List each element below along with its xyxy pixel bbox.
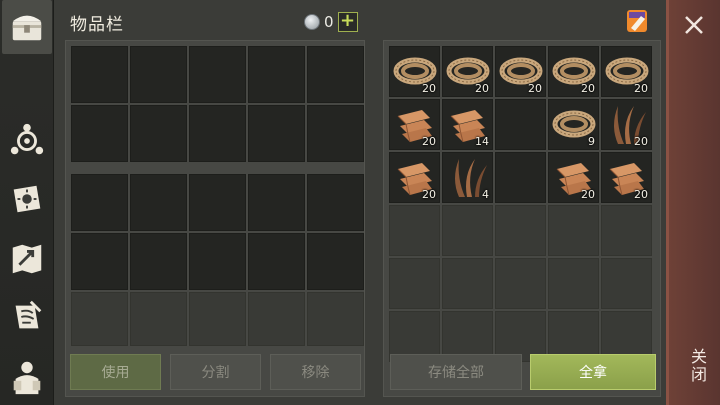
inventory-slot[interactable] <box>248 174 305 231</box>
sidebar <box>0 0 54 405</box>
scroll-icon <box>15 300 42 329</box>
inventory-slot[interactable] <box>71 46 128 103</box>
inventory-slot[interactable] <box>71 292 128 346</box>
sun-book-icon <box>13 185 41 213</box>
storage-panel: 20 20 20 20 20 20 14 9 20 20 4 20 20 存储全部 全拿 <box>383 40 661 397</box>
storage-slot-empty[interactable] <box>495 205 546 256</box>
storage-slot-rope[interactable]: 20 <box>548 46 599 97</box>
inventory-slot[interactable] <box>189 105 246 162</box>
close-button-label: 关闭 <box>688 348 707 384</box>
inventory-slot[interactable] <box>130 46 187 103</box>
inventory-slot[interactable] <box>130 105 187 162</box>
storage-slot-empty[interactable] <box>601 205 652 256</box>
storage-slot-empty[interactable] <box>495 152 546 203</box>
store-all-button[interactable]: 存储全部 <box>390 354 522 390</box>
storage-slot-empty[interactable] <box>442 205 493 256</box>
close-panel[interactable]: 关闭 <box>666 0 720 405</box>
storage-slot-cloth[interactable]: 20 <box>548 152 599 203</box>
inventory-slot[interactable] <box>189 292 246 346</box>
item-quantity: 20 <box>422 135 436 148</box>
currency-display: 0 + <box>304 12 358 32</box>
storage-slot-empty[interactable] <box>548 258 599 309</box>
item-quantity: 20 <box>422 188 436 201</box>
inventory-slot[interactable] <box>248 233 305 290</box>
inventory-slot[interactable] <box>307 292 364 346</box>
sidebar-item-quests[interactable] <box>2 290 52 344</box>
player-inventory-panel: 使用 分割 移除 <box>65 40 365 397</box>
remove-button[interactable]: 移除 <box>270 354 361 390</box>
sidebar-item-crafting[interactable] <box>2 114 52 168</box>
storage-slot-rope[interactable]: 20 <box>601 46 652 97</box>
storage-slot-rope[interactable]: 20 <box>389 46 440 97</box>
storage-slot-fiber[interactable]: 4 <box>442 152 493 203</box>
storage-slot-cloth[interactable]: 20 <box>389 152 440 203</box>
storage-slot-empty[interactable] <box>601 258 652 309</box>
storage-slot-rope[interactable]: 20 <box>442 46 493 97</box>
inventory-grid-middle <box>71 174 364 290</box>
storage-slot-cloth[interactable]: 20 <box>601 152 652 203</box>
inventory-slot[interactable] <box>130 233 187 290</box>
inventory-grid-top <box>71 46 364 162</box>
inventory-slot[interactable] <box>130 174 187 231</box>
silver-coin-icon <box>304 14 320 30</box>
inventory-slot[interactable] <box>71 233 128 290</box>
add-currency-button[interactable]: + <box>337 12 358 32</box>
storage-slot-rope[interactable]: 9 <box>548 99 599 150</box>
sidebar-item-character[interactable] <box>2 350 52 404</box>
character-icon <box>13 361 41 395</box>
sidebar-item-journal[interactable] <box>2 172 52 226</box>
item-quantity: 20 <box>581 82 595 95</box>
item-quantity: 20 <box>475 82 489 95</box>
storage-slot-cloth[interactable]: 14 <box>442 99 493 150</box>
map-icon <box>12 244 42 274</box>
take-all-button[interactable]: 全拿 <box>530 354 656 390</box>
storage-slot-cloth[interactable]: 20 <box>389 99 440 150</box>
inventory-slot[interactable] <box>307 46 364 103</box>
storage-grid: 20 20 20 20 20 20 14 9 20 20 4 20 20 <box>389 46 652 362</box>
inventory-slot[interactable] <box>189 174 246 231</box>
item-quantity: 9 <box>588 135 595 148</box>
crafting-icon <box>10 123 44 155</box>
close-icon[interactable] <box>683 14 705 36</box>
item-quantity: 20 <box>528 82 542 95</box>
storage-slot-empty[interactable] <box>389 258 440 309</box>
inventory-grid-bottom <box>71 292 364 346</box>
inventory-slot[interactable] <box>189 46 246 103</box>
item-quantity: 20 <box>581 188 595 201</box>
storage-slot-rope[interactable]: 20 <box>495 46 546 97</box>
sidebar-item-backpack[interactable] <box>2 0 52 54</box>
sort-button[interactable] <box>619 6 653 36</box>
inventory-slot[interactable] <box>71 174 128 231</box>
sidebar-item-map[interactable] <box>2 232 52 286</box>
use-button[interactable]: 使用 <box>70 354 161 390</box>
inventory-main: 物品栏 0 + 使用 分割 移除 20 20 20 20 20 20 14 9 20 20 4 20 2… <box>54 0 666 405</box>
item-quantity: 20 <box>634 188 648 201</box>
item-quantity: 14 <box>475 135 489 148</box>
inventory-slot[interactable] <box>307 174 364 231</box>
item-quantity: 4 <box>482 188 489 201</box>
storage-slot-empty[interactable] <box>389 205 440 256</box>
storage-slot-empty[interactable] <box>442 258 493 309</box>
inventory-slot[interactable] <box>307 233 364 290</box>
chest-icon <box>12 15 42 41</box>
item-quantity: 20 <box>634 82 648 95</box>
inventory-slot[interactable] <box>248 105 305 162</box>
inventory-slot[interactable] <box>130 292 187 346</box>
item-quantity: 20 <box>634 135 648 148</box>
split-button[interactable]: 分割 <box>170 354 261 390</box>
inventory-slot[interactable] <box>248 46 305 103</box>
inventory-slot[interactable] <box>307 105 364 162</box>
item-quantity: 20 <box>422 82 436 95</box>
storage-slot-empty[interactable] <box>495 99 546 150</box>
page-title: 物品栏 <box>70 15 124 35</box>
inventory-slot[interactable] <box>71 105 128 162</box>
storage-slot-empty[interactable] <box>495 258 546 309</box>
brush-icon <box>627 10 647 32</box>
storage-slot-fiber[interactable]: 20 <box>601 99 652 150</box>
inventory-slot[interactable] <box>248 292 305 346</box>
currency-count: 0 <box>324 13 334 31</box>
storage-slot-empty[interactable] <box>548 205 599 256</box>
inventory-slot[interactable] <box>189 233 246 290</box>
